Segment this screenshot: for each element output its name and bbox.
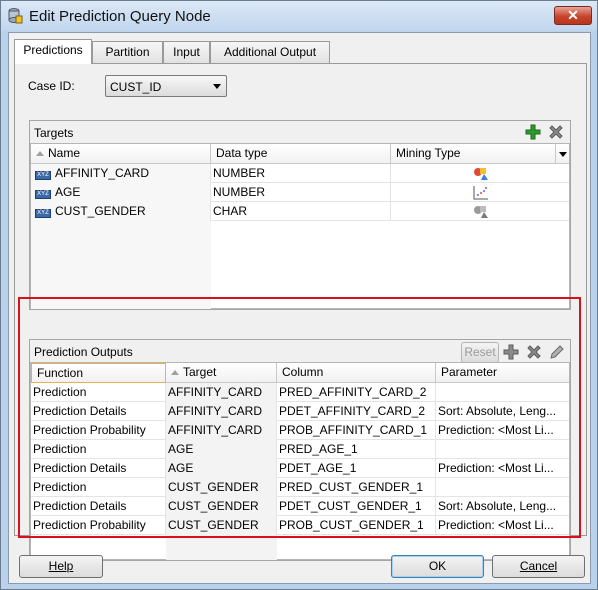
close-icon: ✕ [567, 7, 579, 23]
regression-icon [473, 186, 488, 200]
column-header-name[interactable]: Name [31, 144, 211, 164]
tab-additional-output[interactable]: Additional Output [210, 41, 330, 63]
add-icon[interactable] [525, 124, 541, 140]
classification-icon [474, 168, 488, 180]
case-id-select[interactable]: CUST_ID [105, 75, 227, 97]
highlight-outline [18, 297, 581, 538]
column-header-data-type[interactable]: Data type [211, 144, 391, 164]
targets-header: Targets [30, 121, 570, 143]
chevron-down-icon [559, 152, 567, 157]
datatype-icon: XYZ [35, 209, 51, 218]
title-bar[interactable]: Edit Prediction Query Node ✕ [1, 1, 597, 31]
dialog-body: Predictions Partition Input Additional O… [8, 32, 591, 584]
close-button[interactable]: ✕ [554, 6, 592, 25]
target-name-cell: XYZ AGE [31, 183, 211, 202]
help-button[interactable]: Help [19, 555, 103, 578]
target-type-cell: CHAR [211, 202, 391, 221]
targets-table: Name Data type Mining Type XYZ AFFINITY_C… [30, 143, 570, 309]
target-type-cell: NUMBER [211, 183, 391, 202]
mining-type-cell [391, 164, 571, 183]
window-title: Edit Prediction Query Node [29, 8, 211, 25]
target-type-cell: NUMBER [211, 164, 391, 183]
mining-type-cell [391, 202, 571, 221]
targets-header-row: Name Data type Mining Type [31, 144, 569, 164]
target-name-cell: XYZ CUST_GENDER [31, 202, 211, 221]
ok-button[interactable]: OK [391, 555, 484, 578]
datatype-icon: XYZ [35, 190, 51, 199]
tab-predictions[interactable]: Predictions [14, 39, 92, 64]
targets-group: Targets Name Data type Mining Type XYZ A… [29, 120, 571, 310]
targets-title: Targets [34, 126, 74, 140]
chevron-down-icon [213, 84, 221, 89]
table-row[interactable]: XYZ AGE NUMBER [31, 183, 569, 202]
datatype-icon: XYZ [35, 171, 51, 180]
mining-type-cell [391, 183, 571, 202]
column-header-mining-type[interactable]: Mining Type [391, 144, 556, 164]
tab-input[interactable]: Input [163, 41, 210, 63]
tab-partition[interactable]: Partition [92, 41, 163, 63]
table-row[interactable]: XYZ AFFINITY_CARD NUMBER [31, 164, 569, 183]
column-menu-button[interactable] [556, 144, 571, 164]
case-id-label: Case ID: [28, 79, 75, 93]
table-row[interactable]: XYZ CUST_GENDER CHAR [31, 202, 569, 221]
target-name-cell: XYZ AFFINITY_CARD [31, 164, 211, 183]
case-id-value: CUST_ID [110, 80, 162, 94]
sort-ascending-icon [36, 151, 44, 156]
dialog-window: Edit Prediction Query Node ✕ Predictions… [0, 0, 598, 590]
cancel-button[interactable]: Cancel [492, 555, 585, 578]
classification-icon [474, 206, 488, 218]
delete-icon[interactable] [548, 124, 564, 140]
node-icon [8, 8, 23, 24]
